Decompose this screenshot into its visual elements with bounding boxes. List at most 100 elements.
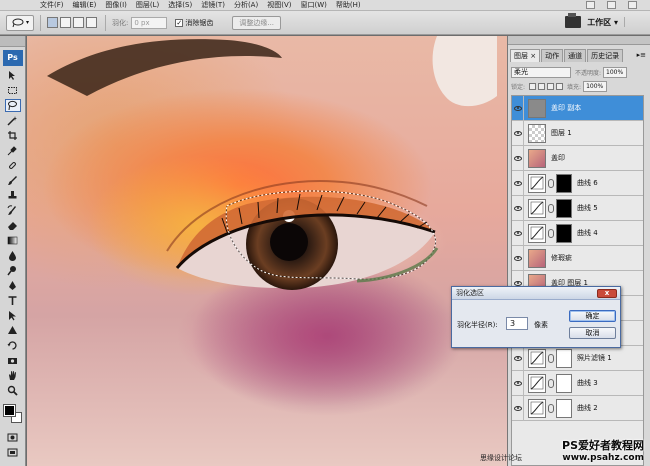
opacity-input[interactable]: 100% (603, 66, 628, 78)
menu-help[interactable]: 帮助(H) (336, 0, 361, 10)
history-brush-tool[interactable] (5, 204, 21, 217)
panel-collapse-bar[interactable] (508, 36, 650, 45)
layer-row[interactable]: 照片滤镜 1 (512, 345, 643, 371)
adjustment-layer-icon[interactable] (528, 223, 546, 243)
layer-thumbnail[interactable] (528, 248, 546, 268)
tab-channels[interactable]: 通道 (564, 49, 587, 62)
adjustment-layer-icon[interactable] (528, 373, 546, 393)
crop-tool[interactable] (5, 129, 21, 142)
link-icon[interactable] (548, 178, 554, 188)
toolbox-grip[interactable] (0, 36, 25, 47)
visibility-toggle[interactable] (512, 220, 524, 246)
fill-input[interactable]: 100% (583, 81, 608, 92)
menu-analysis[interactable]: 分析(A) (234, 0, 258, 10)
tab-actions[interactable]: 动作 (541, 49, 564, 62)
eyedropper-tool[interactable] (5, 144, 21, 157)
lock-transparent-icon[interactable] (529, 83, 537, 90)
layer-mask-thumbnail[interactable] (556, 348, 572, 368)
quick-select-tool[interactable] (5, 114, 21, 127)
visibility-toggle[interactable] (512, 96, 524, 121)
visibility-toggle[interactable] (512, 345, 524, 371)
brush-tool[interactable] (5, 174, 21, 187)
menu-layer[interactable]: 图层(L) (136, 0, 159, 10)
adjustment-layer-icon[interactable] (528, 398, 546, 418)
maximize-button[interactable] (607, 1, 616, 9)
quick-mask-button[interactable] (5, 431, 21, 444)
lock-pixels-icon[interactable] (538, 83, 546, 90)
visibility-toggle[interactable] (512, 395, 524, 421)
layer-mask-thumbnail[interactable] (556, 398, 572, 418)
layer-row[interactable]: 修瑕疵 (512, 245, 643, 271)
visibility-toggle[interactable] (512, 145, 524, 171)
menu-filter[interactable]: 滤镜(T) (201, 0, 225, 10)
close-window-button[interactable] (628, 1, 637, 9)
3d-camera-tool[interactable] (5, 354, 21, 367)
lasso-tool[interactable] (4, 99, 21, 112)
shape-tool[interactable] (5, 324, 21, 337)
visibility-toggle[interactable] (512, 370, 524, 396)
menu-image[interactable]: 图像(I) (105, 0, 127, 10)
dialog-close-button[interactable]: x (597, 289, 617, 298)
feather-radius-input[interactable]: 3 (506, 317, 528, 330)
link-icon[interactable] (548, 228, 554, 238)
menu-window[interactable]: 窗口(W) (300, 0, 326, 10)
layer-row[interactable]: 曲线 6 (512, 170, 643, 196)
layer-mask-thumbnail[interactable] (556, 198, 572, 218)
add-selection-mode[interactable] (60, 17, 71, 28)
intersect-selection-mode[interactable] (86, 17, 97, 28)
gradient-tool[interactable] (5, 234, 21, 247)
refine-edge-button[interactable]: 调整边缘... (232, 15, 282, 30)
adjustment-layer-icon[interactable] (528, 173, 546, 193)
blur-tool[interactable] (5, 249, 21, 262)
tab-layers[interactable]: 图层 × (510, 49, 541, 62)
document-canvas[interactable] (27, 36, 507, 466)
lock-position-icon[interactable] (547, 83, 555, 90)
adjustment-layer-icon[interactable] (528, 198, 546, 218)
layer-mask-thumbnail[interactable] (556, 373, 572, 393)
visibility-toggle[interactable] (512, 120, 524, 146)
healing-brush-tool[interactable] (5, 159, 21, 172)
panel-menu-icon[interactable]: ▸≡ (637, 51, 646, 59)
menu-select[interactable]: 选择(S) (168, 0, 192, 10)
visibility-toggle[interactable] (512, 195, 524, 221)
workspace-button[interactable]: 工作区 ▾ (587, 17, 618, 28)
layer-thumbnail[interactable] (528, 123, 546, 143)
path-selection-tool[interactable] (5, 309, 21, 322)
layer-row[interactable]: 曲线 2 (512, 395, 643, 421)
layer-row[interactable]: 图层 1 (512, 120, 643, 146)
visibility-toggle[interactable] (512, 245, 524, 271)
layer-row[interactable]: 曲线 4 (512, 220, 643, 246)
menu-view[interactable]: 视图(V) (267, 0, 291, 10)
layer-mask-thumbnail[interactable] (556, 173, 572, 193)
subtract-selection-mode[interactable] (73, 17, 84, 28)
menu-edit[interactable]: 编辑(E) (73, 0, 97, 10)
panel-grip[interactable] (624, 17, 644, 27)
foreground-color-swatch[interactable] (2, 404, 16, 417)
cancel-button[interactable]: 取消 (569, 327, 616, 339)
ok-button[interactable]: 确定 (569, 310, 616, 322)
bridge-icon[interactable] (565, 13, 582, 28)
zoom-tool[interactable] (5, 384, 21, 397)
layer-thumbnail[interactable] (528, 148, 546, 168)
blend-mode-select[interactable]: 柔光 (511, 66, 571, 78)
link-icon[interactable] (548, 378, 554, 388)
link-icon[interactable] (548, 353, 554, 363)
minimize-button[interactable] (586, 1, 595, 9)
pen-tool[interactable] (5, 279, 21, 292)
clone-stamp-tool[interactable] (5, 189, 21, 202)
adjustment-layer-icon[interactable] (528, 348, 546, 368)
new-selection-mode[interactable] (47, 17, 58, 28)
layer-row[interactable]: 盖印 副本 (512, 96, 643, 121)
move-tool[interactable] (5, 69, 21, 82)
lock-all-icon[interactable] (556, 83, 564, 90)
tool-preset-picker[interactable]: ▾ (6, 14, 34, 31)
3d-rotate-tool[interactable] (5, 339, 21, 352)
layer-row[interactable]: 曲线 3 (512, 370, 643, 396)
link-icon[interactable] (548, 203, 554, 213)
antialias-checkbox[interactable]: ✓ (175, 18, 184, 27)
layer-mask-thumbnail[interactable] (556, 223, 572, 243)
dodge-tool[interactable] (5, 264, 21, 277)
hand-tool[interactable] (5, 369, 21, 382)
feather-input[interactable]: 0 px (131, 16, 168, 29)
type-tool[interactable] (5, 294, 21, 307)
